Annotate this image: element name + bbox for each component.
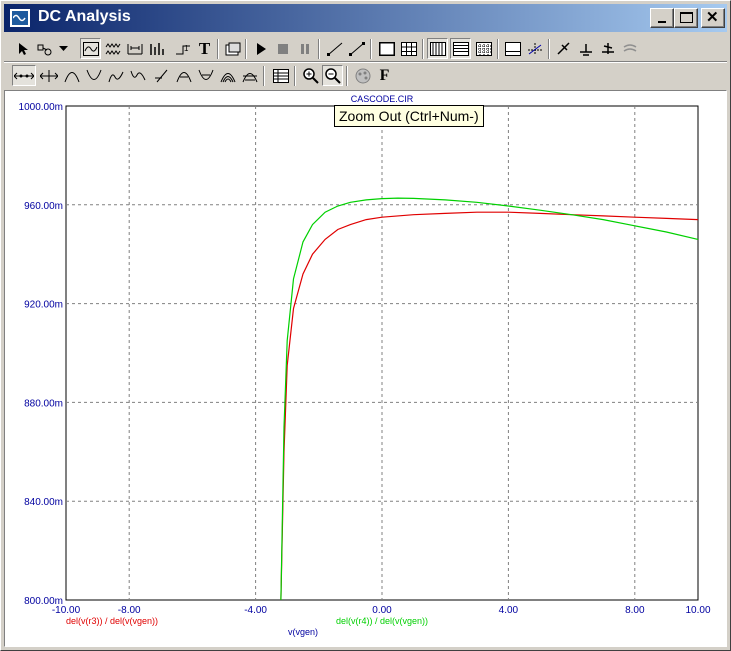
plot-area[interactable]: -10.00 -8.00 -4.00 0.00 4.00 8.00 10.00 800.00m… bbox=[4, 90, 727, 647]
slope-icon[interactable] bbox=[151, 65, 172, 86]
minimize-icon bbox=[658, 21, 666, 23]
y-tick-label: 1000.00m bbox=[19, 102, 63, 113]
app-icon bbox=[10, 9, 30, 27]
probe-both-icon[interactable] bbox=[597, 38, 618, 59]
legend-series-1: del(v(r3)) / del(v(vgen)) bbox=[66, 616, 158, 626]
x-tick-label: -4.00 bbox=[244, 605, 267, 616]
min-icon[interactable] bbox=[239, 65, 260, 86]
falling-icon[interactable] bbox=[195, 65, 216, 86]
toolbar-separator bbox=[422, 39, 424, 59]
svg-text:1: 1 bbox=[184, 44, 189, 53]
legend-series-2: del(v(r4)) / del(v(vgen)) bbox=[336, 616, 428, 626]
high-icon[interactable] bbox=[105, 65, 126, 86]
toolbar-main: 1 T bbox=[4, 36, 727, 62]
node-icon[interactable]: 1 bbox=[172, 38, 193, 59]
crosshair-icon[interactable] bbox=[524, 38, 545, 59]
chart-svg[interactable]: -10.00 -8.00 -4.00 0.00 4.00 8.00 10.00800.00m… bbox=[5, 91, 726, 646]
font-icon[interactable]: F bbox=[374, 65, 395, 86]
y-tick-label: 920.00m bbox=[24, 300, 63, 311]
cursor-plus-icon[interactable] bbox=[38, 65, 59, 86]
max-icon[interactable] bbox=[217, 65, 238, 86]
close-icon: ✕ bbox=[706, 9, 719, 26]
dotted-grid-icon[interactable] bbox=[473, 38, 494, 59]
line-icon[interactable] bbox=[324, 38, 345, 59]
series-line-1 bbox=[280, 211, 699, 601]
toolbar-separator bbox=[263, 66, 265, 86]
zoom-out-icon[interactable] bbox=[322, 65, 343, 86]
cursor-left-right-icon[interactable] bbox=[12, 65, 36, 86]
rising-icon[interactable] bbox=[173, 65, 194, 86]
toolbar-separator bbox=[548, 39, 550, 59]
window-title: DC Analysis bbox=[38, 8, 131, 25]
scope-icon[interactable] bbox=[80, 38, 101, 59]
title-bar[interactable]: DC Analysis ✕ bbox=[4, 4, 727, 32]
run-icon[interactable] bbox=[250, 38, 271, 59]
frame-icon[interactable] bbox=[376, 38, 397, 59]
close-button[interactable]: ✕ bbox=[701, 8, 725, 28]
maximize-icon bbox=[680, 12, 693, 23]
export-icon[interactable] bbox=[222, 38, 243, 59]
table-icon[interactable] bbox=[270, 65, 291, 86]
baseline-icon[interactable] bbox=[502, 38, 523, 59]
toolbar-separator bbox=[370, 39, 372, 59]
low-icon[interactable] bbox=[127, 65, 148, 86]
bar-chart-icon[interactable] bbox=[146, 38, 167, 59]
maximize-button[interactable] bbox=[674, 8, 698, 28]
series-line-2 bbox=[280, 197, 699, 601]
probe-icon[interactable] bbox=[553, 38, 574, 59]
probe-off-icon[interactable] bbox=[619, 38, 640, 59]
x-tick-label: 10.00 bbox=[685, 605, 710, 616]
diagonal-line-icon[interactable] bbox=[346, 38, 367, 59]
x-tick-label: 8.00 bbox=[625, 605, 645, 616]
y-tick-label: 880.00m bbox=[24, 398, 63, 409]
dc-analysis-window: DC Analysis ✕ 1 T F -10.00 -8.00 -4.00 0… bbox=[0, 0, 731, 651]
probe-down-icon[interactable] bbox=[575, 38, 596, 59]
stop-icon[interactable] bbox=[272, 38, 293, 59]
chart-title: CASCODE.CIR bbox=[351, 94, 414, 104]
x-tick-label: 0.00 bbox=[372, 605, 392, 616]
toolbar-separator bbox=[245, 39, 247, 59]
vertical-bars-icon[interactable] bbox=[427, 38, 448, 59]
select-arrow-icon[interactable] bbox=[12, 38, 33, 59]
toolbar-cursor: F bbox=[4, 63, 727, 89]
dropdown-arrow-icon[interactable] bbox=[56, 38, 70, 59]
x-tick-label: 4.00 bbox=[499, 605, 519, 616]
grid-icon[interactable] bbox=[398, 38, 419, 59]
y-tick-label: 960.00m bbox=[24, 201, 63, 212]
toolbar-separator bbox=[217, 39, 219, 59]
peak-icon[interactable] bbox=[61, 65, 82, 86]
text-tool-icon[interactable]: T bbox=[194, 38, 215, 59]
zoom-out-tooltip: Zoom Out (Ctrl+Num-) bbox=[334, 105, 484, 127]
toolbar-separator bbox=[318, 39, 320, 59]
resize-icon[interactable] bbox=[124, 38, 145, 59]
toolbar-separator bbox=[497, 39, 499, 59]
component-icon[interactable] bbox=[34, 38, 55, 59]
x-axis-label: v(vgen) bbox=[288, 627, 318, 637]
color-palette-icon[interactable] bbox=[352, 65, 373, 86]
waveform-icon[interactable] bbox=[102, 38, 123, 59]
toolbar-separator bbox=[346, 66, 348, 86]
toolbar-separator bbox=[294, 66, 296, 86]
minimize-button[interactable] bbox=[650, 8, 674, 28]
valley-icon[interactable] bbox=[83, 65, 104, 86]
pause-icon[interactable] bbox=[294, 38, 315, 59]
y-tick-label: 840.00m bbox=[24, 497, 63, 508]
x-tick-label: -8.00 bbox=[118, 605, 141, 616]
zoom-in-icon[interactable] bbox=[300, 65, 321, 86]
y-tick-label: 800.00m bbox=[24, 596, 63, 607]
horizontal-bars-icon[interactable] bbox=[450, 38, 471, 59]
